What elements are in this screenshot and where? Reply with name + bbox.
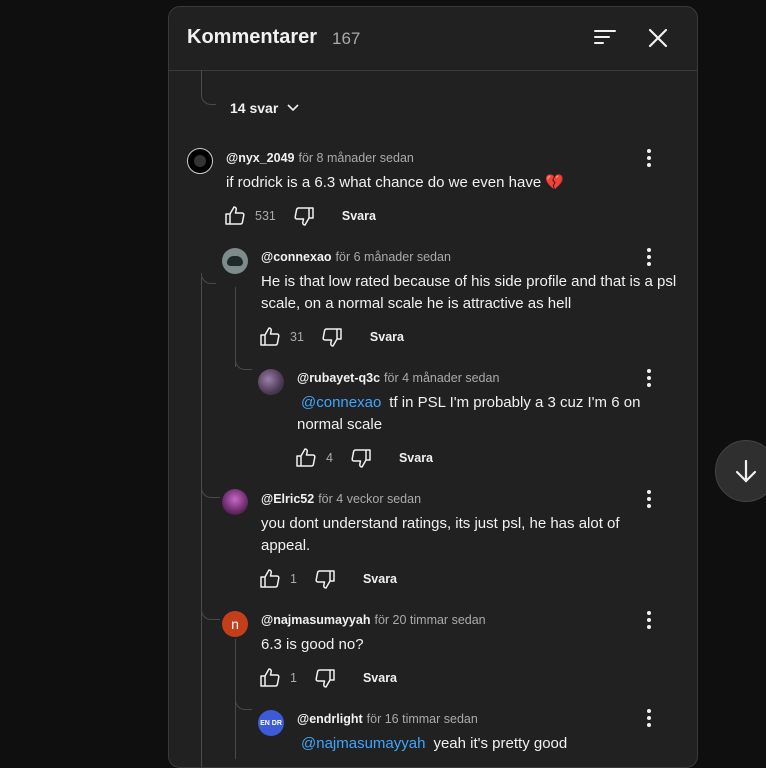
reply-button[interactable]: Svara — [399, 451, 433, 465]
like-count: 1 — [290, 671, 297, 685]
comment-text: He is that low rated because of his side… — [261, 273, 677, 312]
comment-time[interactable]: för 8 månader sedan — [299, 151, 414, 165]
thread-connector — [235, 697, 252, 710]
comment-text: if rodrick is a 6.3 what chance do we ev… — [226, 174, 565, 191]
dislike-icon[interactable] — [313, 567, 337, 591]
comment-author[interactable]: @nyx_2049 — [226, 151, 295, 165]
comment-author[interactable]: @Elric52 — [261, 492, 314, 506]
reply-button[interactable]: Svara — [363, 572, 397, 586]
dislike-icon[interactable] — [349, 446, 373, 470]
more-options-icon[interactable] — [639, 146, 659, 170]
reply-button[interactable]: Svara — [363, 671, 397, 685]
close-icon[interactable] — [645, 25, 671, 51]
avatar[interactable]: EN DR — [258, 710, 284, 736]
like-icon[interactable] — [258, 567, 282, 591]
comments-count: 167 — [332, 29, 361, 48]
comment-time[interactable]: för 20 timmar sedan — [374, 613, 485, 627]
like-icon[interactable] — [258, 666, 282, 690]
comment-author[interactable]: @najmasumayyah — [261, 613, 370, 627]
comment-author[interactable]: @rubayet-q3c — [297, 371, 380, 385]
sort-icon[interactable] — [592, 25, 618, 51]
avatar[interactable]: n — [222, 611, 248, 637]
comment-author[interactable]: @endrlight — [297, 712, 363, 726]
mention-link[interactable]: @najmasumayyah — [301, 735, 425, 752]
comment-text: you dont understand ratings, its just ps… — [261, 515, 620, 554]
thread-line — [235, 287, 236, 367]
comments-title: Kommentarer — [187, 26, 318, 48]
replies-toggle-label: 14 svar — [230, 100, 279, 116]
like-icon[interactable] — [223, 204, 247, 228]
like-count: 31 — [290, 330, 304, 344]
comment-text: @najmasumayyah yeah it's pretty good — [297, 733, 657, 755]
comment-text: @connexao tf in PSL I'm probably a 3 cuz … — [297, 392, 657, 436]
comment-body: yeah it's pretty good — [433, 735, 568, 752]
like-count: 4 — [326, 451, 333, 465]
dislike-icon[interactable] — [313, 666, 337, 690]
avatar[interactable] — [222, 248, 248, 274]
arrow-down-icon — [735, 459, 757, 483]
avatar[interactable] — [258, 369, 284, 395]
dislike-icon[interactable] — [292, 204, 316, 228]
more-options-icon[interactable] — [639, 608, 659, 632]
comment-time[interactable]: för 6 månader sedan — [336, 250, 451, 264]
comments-panel: Kommentarer 167 14 svar @nyx_2049 för 8 m… — [168, 6, 698, 768]
thread-line — [201, 277, 202, 767]
thread-connector — [201, 605, 220, 620]
like-count: 531 — [255, 209, 276, 223]
replies-toggle-button[interactable]: 14 svar — [230, 100, 300, 116]
chevron-down-icon — [287, 104, 299, 112]
like-icon[interactable] — [258, 325, 282, 349]
comment-author[interactable]: @connexao — [261, 250, 332, 264]
comment-time[interactable]: för 16 timmar sedan — [367, 712, 478, 726]
more-options-icon[interactable] — [639, 366, 659, 390]
mention-link[interactable]: @connexao — [301, 394, 381, 411]
comment-time[interactable]: för 4 veckor sedan — [318, 492, 421, 506]
more-options-icon[interactable] — [639, 245, 659, 269]
like-icon[interactable] — [294, 446, 318, 470]
thread-connector — [201, 273, 216, 284]
dislike-icon[interactable] — [320, 325, 344, 349]
thread-connector — [235, 357, 252, 370]
reply-button[interactable]: Svara — [342, 209, 376, 223]
more-options-icon[interactable] — [639, 487, 659, 511]
avatar[interactable] — [187, 148, 213, 174]
avatar[interactable] — [222, 489, 248, 515]
scroll-down-button[interactable] — [715, 440, 766, 502]
like-count: 1 — [290, 572, 297, 586]
thread-connector — [201, 485, 220, 498]
comments-header: Kommentarer 167 — [169, 7, 697, 71]
more-options-icon[interactable] — [639, 706, 659, 730]
comment-time[interactable]: för 4 månader sedan — [384, 371, 499, 385]
thread-connector — [201, 70, 216, 105]
comment-text: 6.3 is good no? — [261, 636, 364, 653]
reply-button[interactable]: Svara — [370, 330, 404, 344]
